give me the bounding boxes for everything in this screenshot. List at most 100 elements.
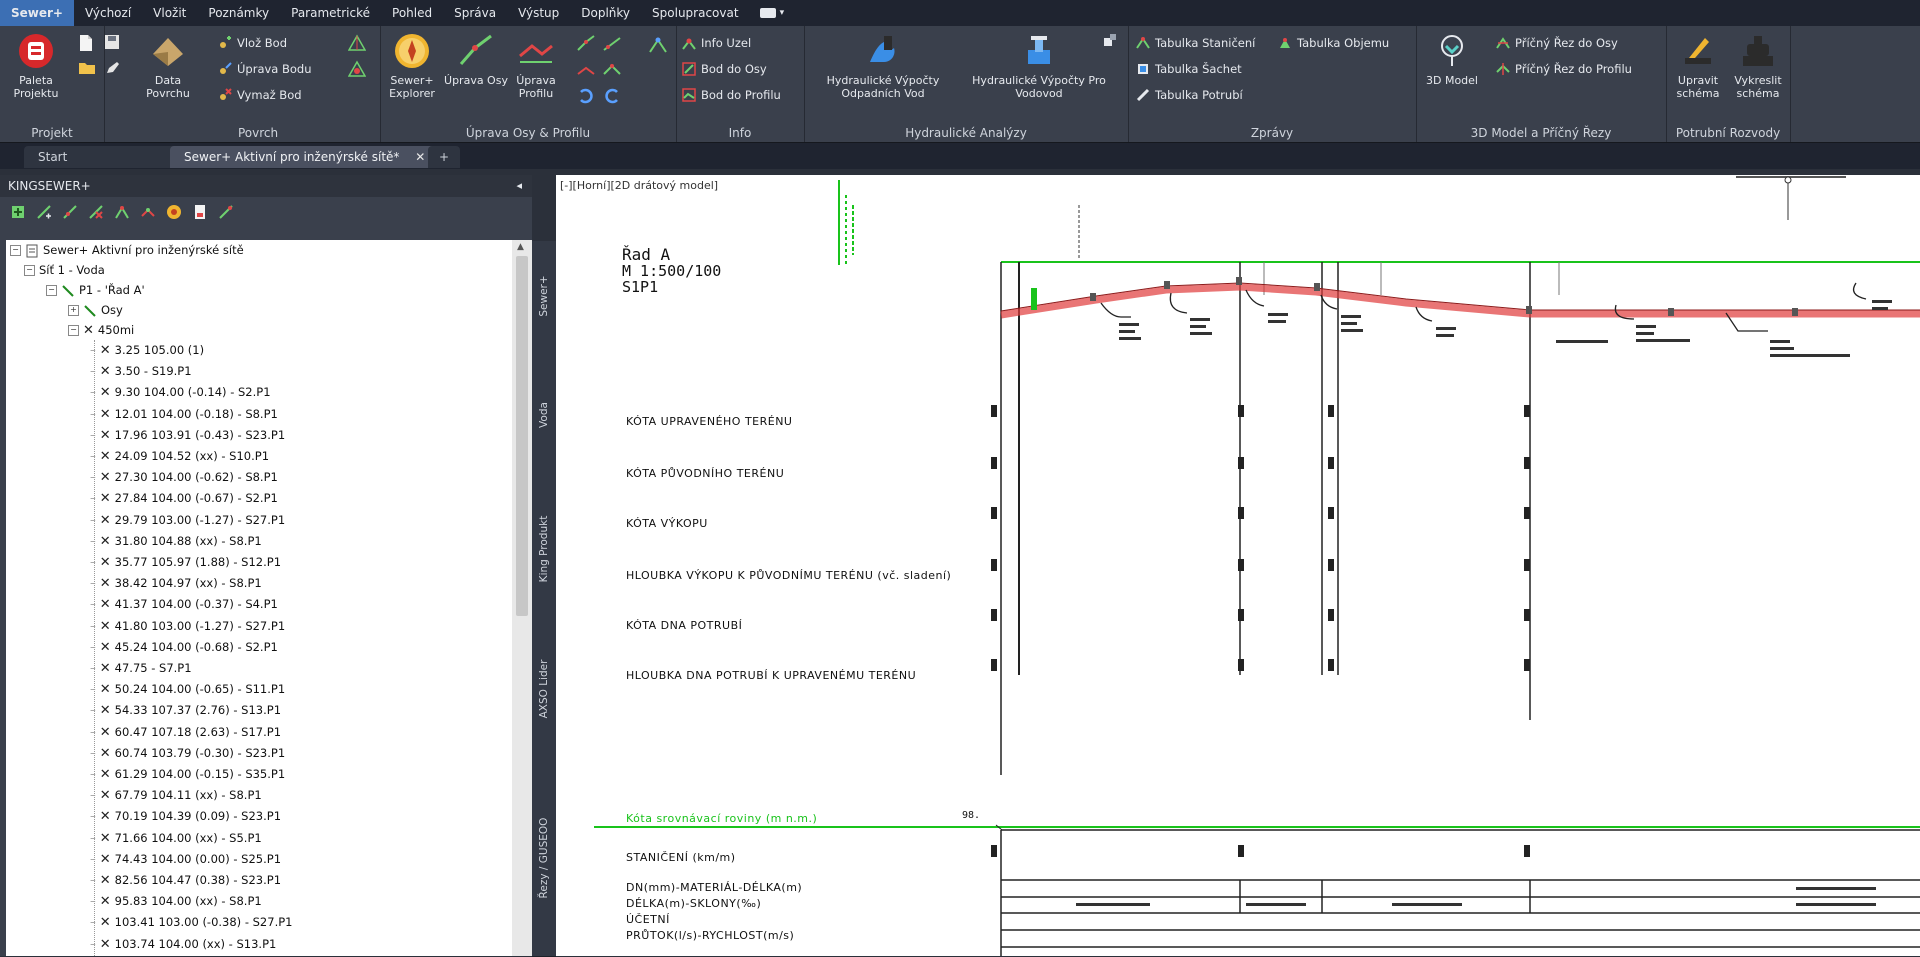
tree-node-item[interactable]: – ✕ 3.25 105.00 (1) (90, 340, 204, 361)
tree-node-item[interactable]: – ✕ 74.43 104.00 (0.00) - S25.P1 (90, 849, 281, 870)
tree-node-item[interactable]: – ✕ 27.84 104.00 (-0.67) - S2.P1 (90, 488, 278, 509)
compass-small-icon[interactable] (166, 204, 182, 220)
tree-node-item[interactable]: – ✕ 29.79 103.00 (-1.27) - S27.P1 (90, 510, 285, 531)
paleta-projektu-button[interactable]: Paleta Projektu (4, 32, 68, 100)
profile-node-icon[interactable] (140, 204, 156, 220)
undo-icon[interactable] (576, 86, 596, 106)
data-povrchu-button[interactable]: Data Povrchu (136, 32, 200, 100)
tabulka-objemu-button[interactable]: Tabulka Objemu (1278, 32, 1389, 54)
uprava-osy-button[interactable]: Úprava Osy (444, 32, 508, 87)
folder-icon[interactable] (78, 60, 98, 80)
tree-node-item[interactable]: – ✕ 12.01 104.00 (-0.18) - S8.P1 (90, 404, 278, 425)
bod-do-profilu-button[interactable]: Bod do Profilu (682, 84, 781, 106)
side-tab-voda[interactable]: Voda (532, 351, 556, 480)
tree-node-item[interactable]: – ✕ 103.74 104.00 (xx) - S13.P1 (90, 934, 276, 955)
tree-node-item[interactable]: – ✕ 71.66 104.00 (xx) - S5.P1 (90, 828, 262, 849)
vykreslit-schema-button[interactable]: Vykreslit schéma (1726, 32, 1790, 100)
menu-parametricke[interactable]: Parametrické (280, 6, 381, 20)
side-tab-king-produkt[interactable]: King Produkt (532, 479, 556, 620)
tabulka-potrubi-button[interactable]: Tabulka Potrubí (1136, 84, 1243, 106)
bod-do-osy-button[interactable]: Bod do Osy (682, 58, 767, 80)
node-network-icon[interactable] (114, 204, 130, 220)
side-tab-axso[interactable]: AXSO Lider (532, 619, 556, 760)
collapse-icon[interactable]: − (46, 285, 57, 296)
tabulka-sachet-button[interactable]: Tabulka Šachet (1136, 58, 1242, 80)
tab-start[interactable]: Start (24, 146, 182, 168)
info-uzel-button[interactable]: Info Uzel (682, 32, 751, 54)
tree-osy[interactable]: + Osy (68, 300, 123, 321)
side-tab-rezy[interactable]: Řezy / GUSEOO (532, 759, 556, 957)
expand-icon[interactable]: + (68, 305, 79, 316)
tree-root[interactable]: − Sewer+ Aktivní pro inženýrské sítě (10, 240, 244, 261)
menu-poznamky[interactable]: Poznámky (197, 6, 280, 20)
menu-vystup[interactable]: Výstup (507, 6, 570, 20)
tree-node-item[interactable]: – ✕ 31.80 104.88 (xx) - S8.P1 (90, 531, 262, 552)
tree-node-item[interactable]: – ✕ 54.33 107.37 (2.76) - S13.P1 (90, 700, 281, 721)
tree-scrollbar[interactable]: ▲ (512, 240, 532, 956)
tree-node-item[interactable]: – ✕ 38.42 104.97 (xx) - S8.P1 (90, 573, 262, 594)
link-axis-icon[interactable] (62, 204, 78, 220)
add-axis-icon[interactable] (36, 204, 52, 220)
tree-node-item[interactable]: – ✕ 60.47 107.18 (2.63) - S17.P1 (90, 722, 281, 743)
tree-node-item[interactable]: – ✕ 47.75 - S7.P1 (90, 658, 192, 679)
tree-node-item[interactable]: – ✕ 41.37 104.00 (-0.37) - S4.P1 (90, 594, 278, 615)
hydraulika-vodovod-button[interactable]: Hydraulické Výpočty Pro Vodovod (964, 32, 1114, 100)
tree-network[interactable]: − Síť 1 - Voda (24, 260, 105, 281)
tree-route[interactable]: − P1 - 'Řad A' (46, 280, 145, 301)
draw-profile-icon[interactable] (218, 204, 234, 220)
tree-node-item[interactable]: – ✕ 35.77 105.97 (1.88) - S12.P1 (90, 552, 281, 573)
tree-node-item[interactable]: – ✕ 61.29 104.00 (-0.15) - S35.P1 (90, 764, 285, 785)
menu-doplnky[interactable]: Doplňky (570, 6, 641, 20)
profile-add-icon[interactable] (576, 60, 596, 80)
tree-node-item[interactable]: – ✕ 67.79 104.11 (xx) - S8.P1 (90, 785, 262, 806)
menu-vychozi[interactable]: Výchozí (74, 6, 142, 20)
triangulation-edit-icon[interactable] (347, 60, 368, 80)
settings-pencil-icon[interactable] (104, 60, 124, 80)
tree-node-item[interactable]: – ✕ 82.56 104.47 (0.38) - S23.P1 (90, 870, 281, 891)
new-document-icon[interactable] (78, 34, 98, 54)
scroll-thumb[interactable] (516, 256, 528, 616)
tabulka-staniceni-button[interactable]: Tabulka Staničení (1136, 32, 1255, 54)
collapse-icon[interactable]: − (24, 265, 35, 276)
save-icon[interactable] (104, 34, 124, 54)
3d-model-button[interactable]: 3D Model (1420, 32, 1484, 87)
tree-node-item[interactable]: – ✕ 9.30 104.00 (-0.14) - S2.P1 (90, 382, 271, 403)
tree-profile[interactable]: − ✕ 450mi (68, 320, 134, 341)
tree-node-item[interactable]: – ✕ 60.74 103.79 (-0.30) - S23.P1 (90, 743, 285, 764)
tree-node-item[interactable]: – ✕ 41.80 103.00 (-1.27) - S27.P1 (90, 616, 285, 637)
side-tab-sewer[interactable]: Sewer+ (532, 241, 556, 352)
uprava-bodu-button[interactable]: Úprava Bodu (218, 58, 312, 80)
pricny-rez-osy-button[interactable]: Příčný Řez do Osy (1496, 32, 1618, 54)
menu-vlozit[interactable]: Vložit (142, 6, 197, 20)
uprava-profilu-button[interactable]: Úprava Profilu (504, 32, 568, 100)
profile-split-icon[interactable] (602, 60, 622, 80)
menu-spolupracovat[interactable]: Spolupracovat (641, 6, 750, 20)
tree-node-item[interactable]: – ✕ 70.19 104.39 (0.09) - S23.P1 (90, 806, 281, 827)
redo-icon[interactable] (602, 86, 622, 106)
tree-node-item[interactable]: – ✕ 50.24 104.00 (-0.65) - S11.P1 (90, 679, 285, 700)
tree-node-item[interactable]: – ✕ 27.30 104.00 (-0.62) - S8.P1 (90, 467, 278, 488)
axis-add-icon[interactable] (576, 34, 596, 54)
report-icon[interactable] (192, 204, 208, 220)
pricny-rez-profilu-button[interactable]: Příčný Řez do Profilu (1496, 58, 1632, 80)
close-icon[interactable]: ✕ (415, 150, 425, 164)
tree-node-item[interactable]: – ✕ 3.50 - S19.P1 (90, 361, 192, 382)
hydraulics-settings-icon[interactable] (1102, 32, 1122, 52)
delete-axis-icon[interactable] (88, 204, 104, 220)
tree-node-item[interactable]: – ✕ 95.83 104.00 (xx) - S8.P1 (90, 891, 262, 912)
tree-node-item[interactable]: – ✕ 17.96 103.91 (-0.43) - S23.P1 (90, 425, 285, 446)
scroll-up-icon[interactable]: ▲ (517, 242, 524, 252)
menu-sewer[interactable]: Sewer+ (0, 0, 74, 26)
vymaz-bod-button[interactable]: Vymaž Bod (218, 84, 302, 106)
network-icon[interactable] (648, 34, 668, 54)
upravit-schema-button[interactable]: Upravit schéma (1666, 32, 1730, 100)
tree-node-item[interactable]: – ✕ 45.24 104.00 (-0.68) - S2.P1 (90, 637, 278, 658)
menu-pohled[interactable]: Pohled (381, 6, 443, 20)
collapse-icon[interactable]: − (68, 325, 79, 336)
collapse-icon[interactable]: − (10, 245, 21, 256)
add-network-icon[interactable] (10, 204, 26, 220)
ribbon-options-button[interactable]: ▾ (759, 8, 784, 18)
axis-link-icon[interactable] (602, 34, 622, 54)
drawing-canvas[interactable]: [-][Horní][2D drátový model] Řad A M 1:5… (556, 175, 1920, 956)
chevron-left-icon[interactable]: ◂ (516, 175, 522, 197)
